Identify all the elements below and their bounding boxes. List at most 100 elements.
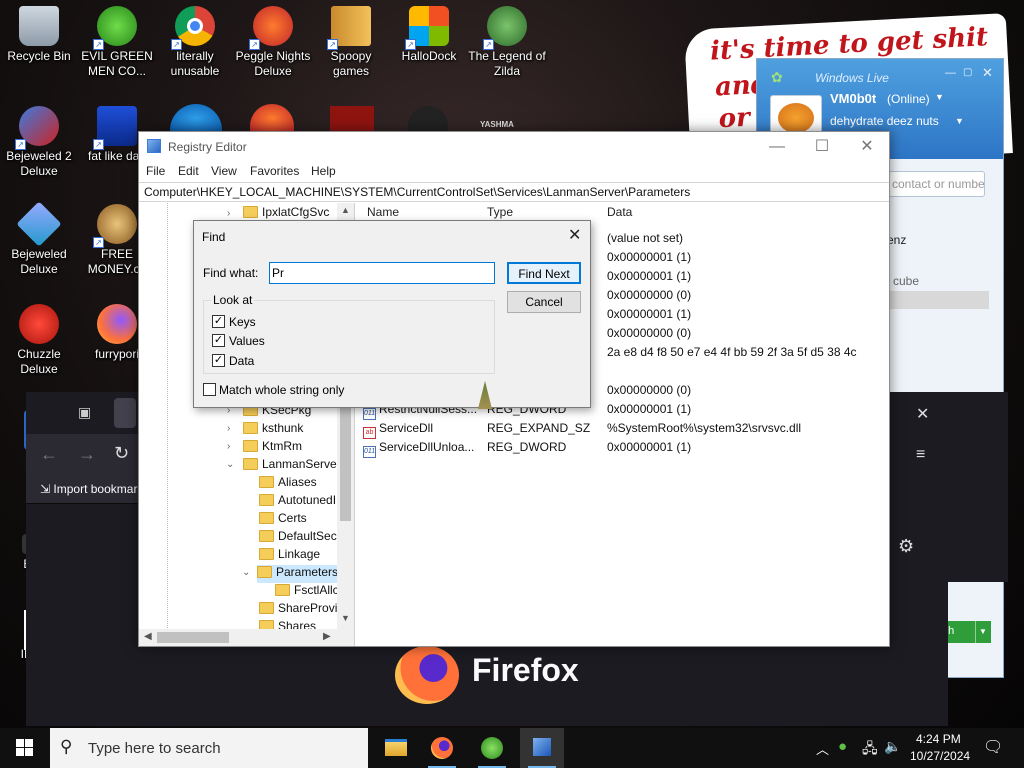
network-icon[interactable]: 🖧 — [862, 738, 878, 762]
row-data: 0x00000001 (1) — [607, 269, 692, 283]
tree-item[interactable]: FsctlAllc — [275, 583, 339, 601]
desktop-icon-bejeweled-2[interactable]: ↗ Bejeweled 2 Deluxe — [0, 100, 78, 179]
scrollbar-thumb[interactable] — [157, 632, 229, 643]
collapse-icon[interactable]: ⌄ — [226, 459, 236, 470]
cancel-button[interactable]: Cancel — [507, 291, 581, 313]
minimize-icon[interactable]: — — [945, 67, 956, 79]
messenger-username[interactable]: VM0b0t — [830, 91, 876, 106]
messenger-tray-icon[interactable]: ● — [838, 738, 847, 755]
menu-help[interactable]: Help — [311, 164, 336, 178]
flash-icon[interactable] — [330, 106, 374, 132]
tree-item[interactable]: Aliases — [259, 475, 317, 493]
tree-item[interactable]: Linkage — [259, 547, 320, 565]
desktop-icon-spoopy-games[interactable]: ↗ Spoopy games — [312, 0, 390, 79]
desktop-icon-hallodock[interactable]: ↗ HalloDock — [390, 0, 468, 64]
collapse-icon[interactable]: ⌄ — [242, 567, 252, 578]
expand-icon[interactable]: › — [227, 423, 237, 434]
taskbar-messenger[interactable] — [470, 728, 514, 768]
desktop-icon-recycle-bin[interactable]: Recycle Bin — [0, 0, 78, 64]
data-checkbox[interactable]: ✓ — [212, 354, 225, 367]
volume-icon[interactable]: 🔈 — [884, 738, 901, 755]
tab-overview-icon[interactable]: ▣ — [78, 404, 91, 421]
desktop-icon-peggle-nights[interactable]: ↗ Peggle Nights Deluxe — [234, 0, 312, 79]
clock-date[interactable]: 10/27/2024 — [910, 749, 970, 763]
expand-icon[interactable]: › — [227, 441, 237, 452]
close-icon[interactable]: ✕ — [916, 404, 929, 424]
taskbar-regedit[interactable] — [520, 728, 564, 768]
app-icon[interactable] — [408, 106, 448, 132]
close-button[interactable]: ✕ — [844, 136, 890, 160]
clock-time[interactable]: 4:24 PM — [916, 732, 961, 746]
contact-list-item[interactable]: cube — [893, 274, 919, 288]
registry-editor-titlebar[interactable]: Registry Editor — ☐ ✕ — [139, 132, 889, 162]
windows-logo-icon — [16, 739, 33, 756]
scroll-right-icon[interactable]: ▶ — [323, 631, 331, 642]
menu-icon[interactable]: ≡ — [916, 446, 925, 464]
maximize-button[interactable]: ☐ — [799, 136, 845, 160]
keys-checkbox[interactable]: ✓ — [212, 315, 225, 328]
menu-favorites[interactable]: Favorites — [250, 164, 299, 178]
desktop-icon-bejeweled[interactable]: Bejeweled Deluxe — [0, 198, 78, 277]
scroll-left-icon[interactable]: ◀ — [144, 631, 152, 642]
taskbar-firefox[interactable] — [420, 728, 464, 768]
messenger-logo-icon: ✿ — [771, 69, 783, 85]
find-dialog[interactable]: Find ✕ Find what: Pr Find Next Cancel Lo… — [193, 220, 591, 409]
desktop-icon-evil-green-men[interactable]: ↗ EVIL GREEN MEN CO... — [78, 0, 156, 79]
tree-item[interactable]: ShareProvid — [259, 601, 344, 619]
expand-icon[interactable]: › — [227, 208, 237, 219]
find-next-button[interactable]: Find Next — [507, 262, 581, 284]
table-row[interactable]: 011 ServiceDllUnloa... REG_DWORD 0x000000… — [357, 438, 889, 458]
tree-item[interactable]: AutotunedI — [259, 493, 336, 511]
forward-icon[interactable]: → — [78, 444, 96, 465]
desktop-icon-label: Peggle Nights Deluxe — [235, 49, 311, 78]
messenger-status[interactable]: (Online) — [887, 92, 930, 106]
back-icon[interactable]: ← — [40, 444, 58, 465]
tree-item[interactable]: LanmanServer — [243, 457, 341, 475]
maximize-icon[interactable]: ▢ — [963, 67, 972, 78]
import-bookmarks-button[interactable]: ⇲ Import bookmark — [40, 482, 143, 496]
search-dropdown-icon[interactable]: ▼ — [975, 621, 991, 643]
tree-item[interactable]: Certs — [259, 511, 307, 529]
close-icon[interactable]: ✕ — [982, 65, 993, 81]
values-checkbox[interactable]: ✓ — [212, 334, 225, 347]
status-dropdown-icon[interactable]: ▼ — [935, 92, 944, 102]
tree-item[interactable]: DefaultSecu — [259, 529, 343, 547]
column-header-name[interactable]: Name — [367, 205, 399, 219]
taskbar-file-explorer[interactable] — [374, 728, 418, 768]
find-what-input[interactable]: Pr — [269, 262, 495, 284]
start-button[interactable] — [2, 728, 46, 768]
menu-edit[interactable]: Edit — [178, 164, 199, 178]
tree-item-label: Linkage — [278, 547, 321, 561]
minimize-button[interactable]: — — [754, 136, 800, 160]
tree-item[interactable]: KtmRm — [243, 439, 302, 457]
contact-search-input[interactable]: contact or numbe — [887, 171, 985, 197]
address-bar[interactable]: Computer\HKEY_LOCAL_MACHINE\SYSTEM\Curre… — [139, 182, 889, 202]
desktop-icon-chuzzle[interactable]: Chuzzle Deluxe — [0, 298, 78, 377]
tree-item-selected[interactable]: Parameters — [257, 565, 345, 583]
show-hidden-icons-chevron-icon[interactable]: ︿ — [816, 739, 829, 758]
close-icon[interactable]: ✕ — [568, 225, 581, 245]
table-row[interactable]: ab ServiceDll REG_EXPAND_SZ %SystemRoot%\… — [357, 419, 889, 439]
notifications-icon[interactable]: 🗨 — [983, 737, 1003, 757]
tree-item[interactable]: ksthunk — [243, 421, 303, 439]
menu-view[interactable]: View — [211, 164, 237, 178]
edge-icon[interactable] — [170, 104, 222, 132]
desktop-icon-literally-unusable[interactable]: ↗ literally unusable — [156, 0, 234, 79]
firefox-tab[interactable] — [114, 398, 136, 428]
column-header-data[interactable]: Data — [607, 205, 632, 219]
peggle-icon[interactable] — [250, 104, 294, 132]
desktop-icon-legend-of-zilda[interactable]: ↗ The Legend of Zilda — [468, 0, 546, 79]
tree-horizontal-scrollbar[interactable]: ◀ ▶ — [139, 629, 354, 646]
folder-icon — [275, 584, 290, 596]
reload-icon[interactable]: ↻ — [114, 443, 129, 464]
message-dropdown-icon[interactable]: ▼ — [955, 116, 964, 126]
taskbar-search-box[interactable]: ⚲ Type here to search — [50, 728, 368, 768]
personal-message[interactable]: dehydrate deez nuts — [830, 114, 939, 128]
scroll-up-icon[interactable]: ▲ — [341, 205, 350, 215]
settings-gear-icon[interactable]: ⚙ — [898, 536, 914, 557]
match-whole-string-checkbox[interactable] — [203, 383, 216, 396]
menu-file[interactable]: File — [146, 164, 165, 178]
scroll-down-icon[interactable]: ▼ — [341, 613, 350, 623]
column-header-type[interactable]: Type — [487, 205, 513, 219]
yashma-icon[interactable]: YASHMA — [480, 120, 514, 129]
